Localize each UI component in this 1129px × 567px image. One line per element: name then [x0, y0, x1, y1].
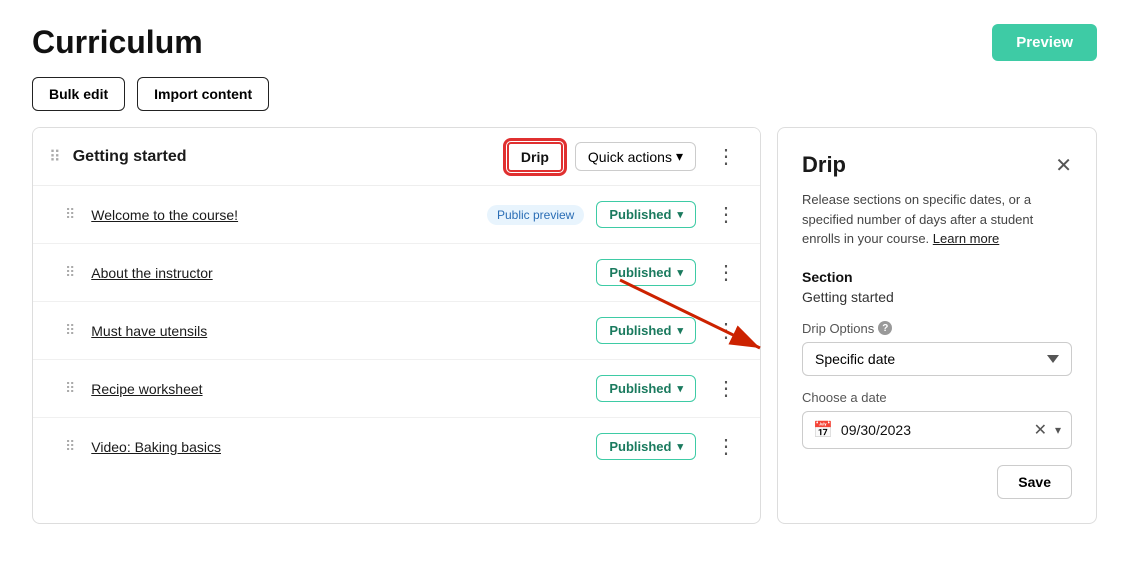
drip-section-label: Section — [802, 269, 1072, 285]
published-button[interactable]: Published ▾ — [596, 317, 696, 344]
preview-button[interactable]: Preview — [992, 24, 1097, 61]
published-button[interactable]: Published ▾ — [596, 375, 696, 402]
published-label: Published — [609, 207, 671, 222]
published-label: Published — [609, 439, 671, 454]
item-drag-handle[interactable]: ⠿ — [65, 322, 75, 339]
public-preview-badge: Public preview — [487, 205, 584, 225]
item-more-button[interactable]: ⋮ — [708, 198, 744, 231]
published-chevron-icon: ▾ — [677, 382, 683, 395]
item-drag-handle[interactable]: ⠿ — [65, 380, 75, 397]
import-content-button[interactable]: Import content — [137, 77, 269, 111]
published-chevron-icon: ▾ — [677, 440, 683, 453]
item-more-button[interactable]: ⋮ — [708, 256, 744, 289]
published-label: Published — [609, 381, 671, 396]
item-title[interactable]: Welcome to the course! — [91, 207, 475, 223]
item-drag-handle[interactable]: ⠿ — [65, 206, 75, 223]
list-item: ⠿ Video: Baking basics Published ▾ ⋮ — [33, 418, 760, 475]
item-drag-handle[interactable]: ⠿ — [65, 264, 75, 281]
published-button[interactable]: Published ▾ — [596, 259, 696, 286]
drip-section-name: Getting started — [802, 289, 1072, 305]
date-value: 09/30/2023 — [841, 422, 1026, 438]
item-title[interactable]: About the instructor — [91, 265, 584, 281]
list-item: ⠿ Welcome to the course! Public preview … — [33, 186, 760, 244]
drip-panel-header: Drip ✕ — [802, 152, 1072, 178]
item-more-button[interactable]: ⋮ — [708, 372, 744, 405]
published-button[interactable]: Published ▾ — [596, 201, 696, 228]
item-drag-handle[interactable]: ⠿ — [65, 438, 75, 455]
quick-actions-button[interactable]: Quick actions ▾ — [575, 142, 696, 171]
drip-panel: Drip ✕ Release sections on specific date… — [777, 127, 1097, 524]
item-more-button[interactable]: ⋮ — [708, 314, 744, 347]
published-button[interactable]: Published ▾ — [596, 433, 696, 460]
curriculum-section: ⠿ Getting started Drip Quick actions ▾ ⋮… — [32, 127, 761, 524]
drip-options-select[interactable]: Specific date Days after enrollment — [802, 342, 1072, 376]
calendar-icon: 📅 — [813, 420, 833, 440]
save-btn-wrapper: Save — [802, 465, 1072, 499]
published-chevron-icon: ▾ — [677, 208, 683, 221]
published-label: Published — [609, 265, 671, 280]
section-drag-handle[interactable]: ⠿ — [49, 147, 61, 167]
drip-description: Release sections on specific dates, or a… — [802, 190, 1072, 249]
item-title[interactable]: Must have utensils — [91, 323, 584, 339]
item-more-button[interactable]: ⋮ — [708, 430, 744, 463]
drip-panel-title: Drip — [802, 152, 846, 178]
page-title: Curriculum — [32, 24, 203, 61]
section-title: Getting started — [73, 148, 495, 166]
save-button[interactable]: Save — [997, 465, 1072, 499]
clear-date-button[interactable]: ✕ — [1034, 420, 1047, 440]
section-more-button[interactable]: ⋮ — [708, 140, 744, 173]
item-title[interactable]: Recipe worksheet — [91, 381, 584, 397]
list-item: ⠿ Must have utensils Published ▾ ⋮ — [33, 302, 760, 360]
drip-panel-close-button[interactable]: ✕ — [1055, 153, 1072, 178]
drip-options-label: Drip Options ? — [802, 321, 1072, 336]
date-chevron-icon: ▾ — [1055, 423, 1061, 437]
item-title[interactable]: Video: Baking basics — [91, 439, 584, 455]
published-chevron-icon: ▾ — [677, 266, 683, 279]
quick-actions-chevron-icon: ▾ — [676, 148, 683, 165]
published-label: Published — [609, 323, 671, 338]
list-item: ⠿ Recipe worksheet Published ▾ ⋮ — [33, 360, 760, 418]
published-chevron-icon: ▾ — [677, 324, 683, 337]
learn-more-link[interactable]: Learn more — [933, 231, 999, 246]
drip-button[interactable]: Drip — [507, 142, 563, 172]
quick-actions-label: Quick actions — [588, 149, 672, 165]
bulk-edit-button[interactable]: Bulk edit — [32, 77, 125, 111]
list-item: ⠿ About the instructor Published ▾ ⋮ — [33, 244, 760, 302]
choose-date-label: Choose a date — [802, 390, 1072, 405]
drip-options-help-icon[interactable]: ? — [878, 321, 892, 335]
date-input-wrapper: 📅 09/30/2023 ✕ ▾ — [802, 411, 1072, 449]
section-header: ⠿ Getting started Drip Quick actions ▾ ⋮ — [33, 128, 760, 186]
